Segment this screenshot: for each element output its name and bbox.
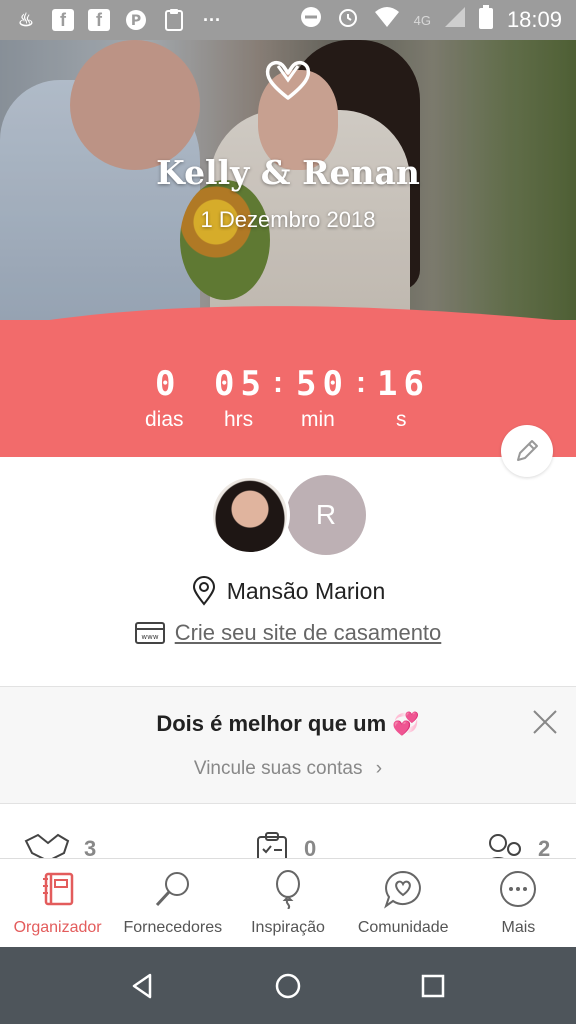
chat-heart-icon [384, 870, 422, 909]
wedding-date: 1 Dezembro 2018 [200, 207, 376, 232]
venue[interactable]: Mansão Marion [0, 576, 576, 606]
signal-icon [444, 7, 465, 33]
flame-icon: ♨ [17, 9, 35, 30]
stat-value: 2 [538, 836, 551, 859]
chevron-right-icon: › [375, 758, 383, 779]
nav-inspiration[interactable]: Inspiração [230, 859, 345, 947]
pinterest-icon: P [124, 8, 148, 32]
facebook-icon: f [88, 9, 110, 31]
wifi-icon [374, 6, 400, 34]
clock-time: 18:09 [506, 7, 562, 32]
organizer-icon [42, 872, 73, 906]
stat-tasks[interactable]: 0 [254, 831, 316, 859]
location-pin-icon [192, 576, 215, 606]
partner-initial: R [315, 499, 337, 530]
banner-title: Dois é melhor que um 💞 [156, 711, 420, 736]
banner-subtitle: Vincule suas contas [193, 758, 363, 779]
couple-avatars: R [0, 474, 576, 558]
checklist-icon [257, 832, 287, 859]
countdown-days: 0 [155, 364, 182, 404]
user-avatar[interactable] [210, 475, 290, 555]
pencil-icon [517, 440, 538, 461]
venue-name: Mansão Marion [226, 577, 386, 604]
heart-logo-icon [265, 60, 311, 100]
stat-guests[interactable]: 2 [484, 831, 550, 859]
countdown-separator: : [273, 366, 283, 399]
countdown-days-label: dias [145, 408, 184, 431]
nav-organizer[interactable]: Organizador [0, 859, 115, 947]
nav-label: Organizador [13, 919, 102, 936]
bottom-nav: Organizador Fornecedores Inspiração Comu… [0, 858, 576, 947]
nav-label: Mais [501, 919, 536, 936]
nav-label: Fornecedores [123, 919, 223, 936]
more-notifications-icon: ··· [203, 9, 221, 30]
clipboard-icon [162, 8, 186, 32]
countdown-minutes-label: min [301, 408, 335, 431]
stats-row: 3 0 2 [0, 805, 576, 859]
status-bar: ♨ f f P ··· 4G 18:09 [0, 0, 576, 40]
countdown-seconds: 16 [377, 364, 430, 404]
couple-name: Kelly & Renan [156, 153, 420, 192]
countdown-separator: : [356, 366, 366, 399]
svg-text:P: P [131, 13, 141, 29]
facebook-icon: f [52, 9, 74, 31]
network-type: 4G [413, 12, 431, 28]
home-icon[interactable] [273, 971, 303, 1001]
edit-button[interactable] [501, 425, 553, 477]
stat-value: 0 [304, 836, 317, 859]
nav-label: Comunidade [357, 919, 449, 936]
do-not-disturb-icon [300, 6, 322, 34]
nav-more[interactable]: Mais [461, 859, 576, 947]
couple-photo: Kelly & Renan 1 Dezembro 2018 [0, 40, 576, 340]
more-icon [500, 871, 537, 907]
link-accounts-button[interactable]: Vincule suas contas › [0, 758, 576, 780]
battery-icon [478, 5, 493, 35]
stat-vendors[interactable]: 3 [24, 831, 96, 859]
back-icon[interactable] [128, 971, 158, 1001]
website-icon: www [134, 622, 165, 644]
search-icon [155, 872, 189, 907]
create-site-link-text: Crie seu site de casamento [174, 620, 442, 645]
nav-community[interactable]: Comunidade [346, 859, 461, 947]
guests-icon [489, 834, 521, 859]
link-accounts-banner[interactable]: Dois é melhor que um 💞 Vincule suas cont… [0, 686, 576, 804]
create-site-link[interactable]: www Crie seu site de casamento [0, 620, 576, 646]
system-nav-bar [0, 947, 576, 1024]
nav-vendors[interactable]: Fornecedores [115, 859, 230, 947]
countdown: 0 05 : 50 : 16 dias hrs min s [0, 320, 576, 457]
recents-icon[interactable] [418, 971, 448, 1001]
countdown-minutes: 50 [296, 364, 349, 404]
countdown-seconds-label: s [396, 408, 407, 431]
nav-label: Inspiração [251, 919, 325, 936]
countdown-hours-label: hrs [224, 408, 254, 431]
alarm-icon [336, 5, 360, 35]
partner-avatar[interactable]: R [286, 475, 366, 555]
countdown-hours: 05 [214, 364, 267, 404]
balloon-icon [276, 870, 300, 909]
handshake-icon [24, 833, 70, 859]
close-icon[interactable] [530, 707, 560, 737]
svg-text:www: www [141, 633, 158, 641]
stat-value: 3 [84, 836, 97, 859]
